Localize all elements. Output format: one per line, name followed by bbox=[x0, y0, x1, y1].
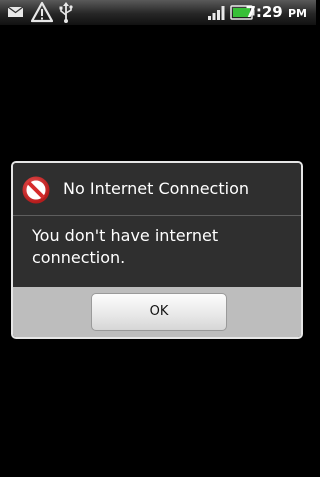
usb-icon bbox=[59, 2, 73, 23]
status-time: 7:29 PM bbox=[245, 2, 307, 22]
signal-bars-icon bbox=[208, 6, 225, 20]
message-icon bbox=[7, 6, 24, 17]
dialog-title: No Internet Connection bbox=[63, 179, 249, 198]
phone-screen: 7:29 PM No Internet Connection You don't… bbox=[0, 0, 316, 477]
dialog-header: No Internet Connection bbox=[13, 163, 301, 215]
clock-time: 7:29 bbox=[245, 3, 283, 21]
no-entry-icon bbox=[22, 176, 50, 204]
status-bar: 7:29 PM bbox=[0, 0, 316, 25]
dialog-button-bar: OK bbox=[13, 287, 301, 337]
warning-icon bbox=[31, 1, 53, 23]
clock-suffix: PM bbox=[287, 7, 307, 20]
dialog-message: You don't have internet connection. bbox=[32, 226, 219, 267]
ok-button[interactable]: OK bbox=[91, 293, 227, 331]
no-connection-dialog: No Internet Connection You don't have in… bbox=[11, 161, 303, 339]
dialog-divider bbox=[13, 215, 301, 216]
